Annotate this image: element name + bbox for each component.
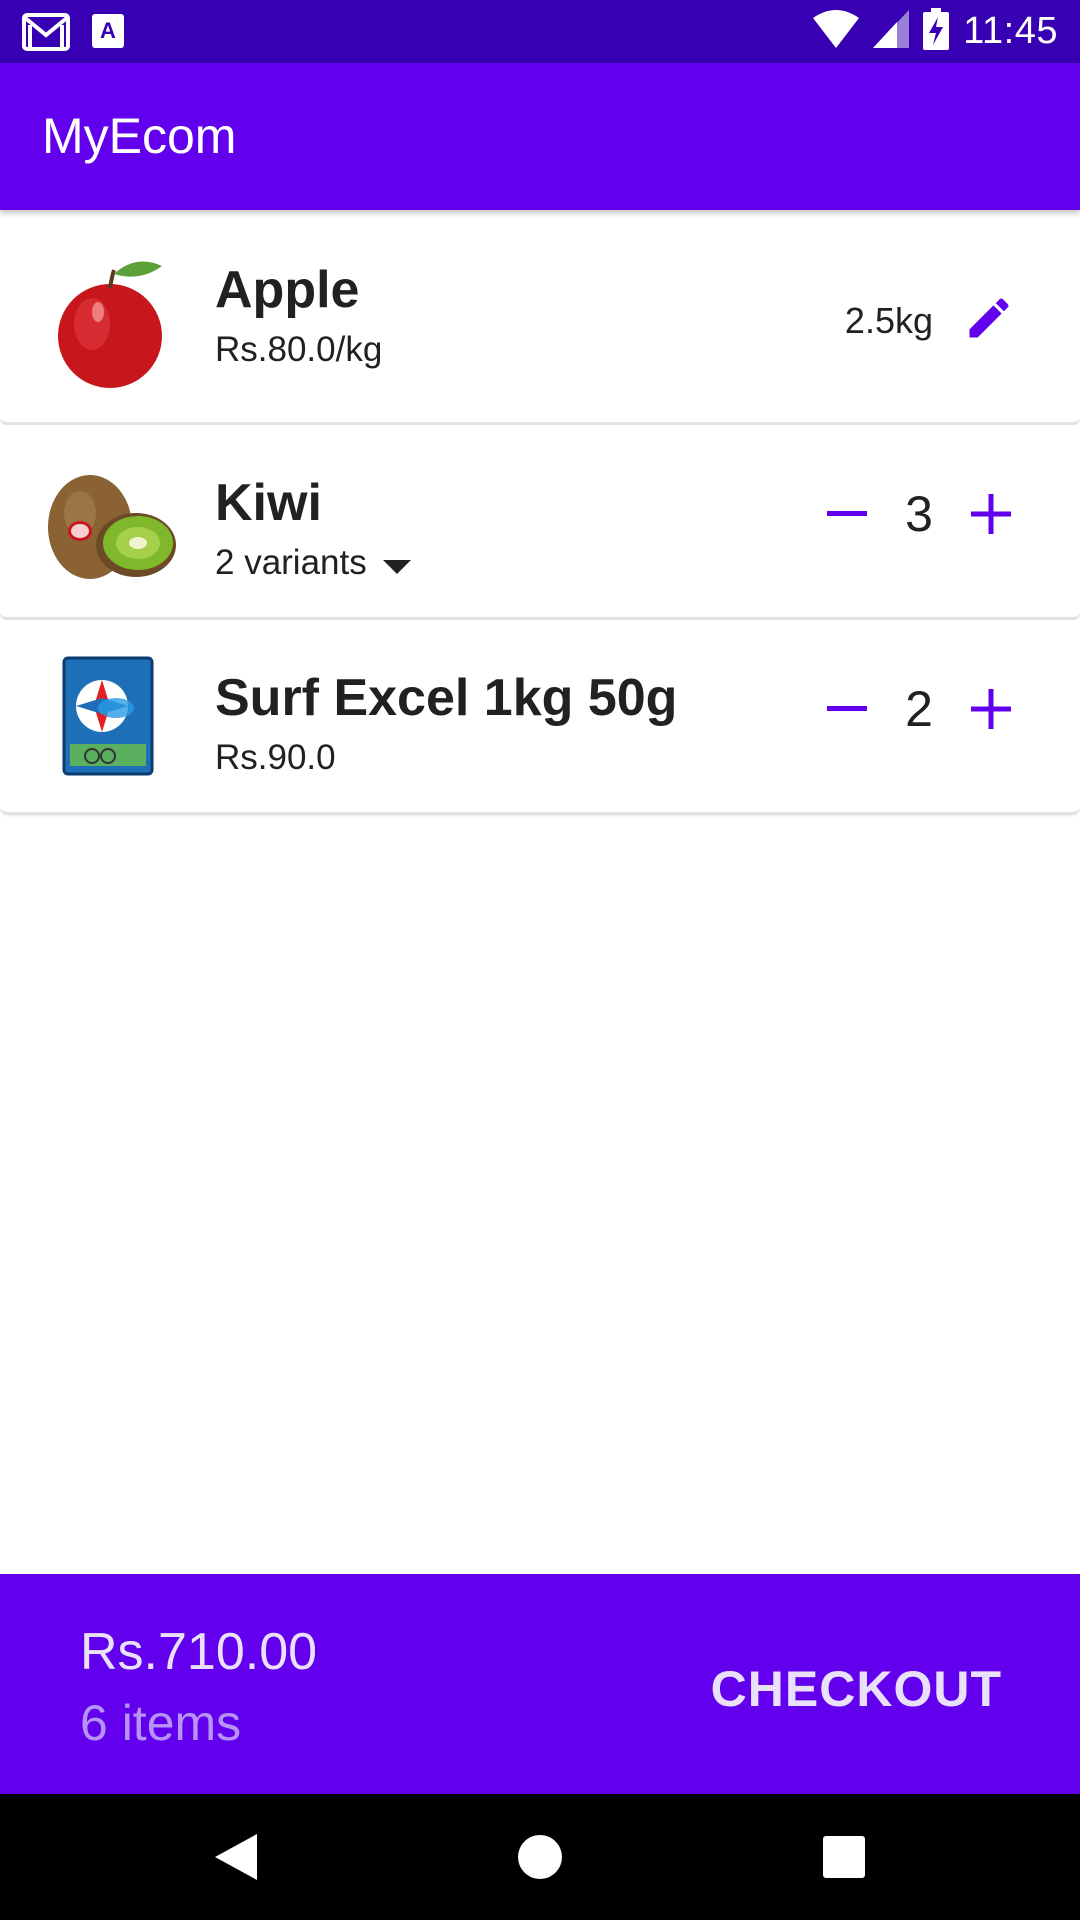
back-icon[interactable]: [210, 1831, 262, 1883]
wifi-icon: [813, 10, 860, 53]
cell-signal-icon: [873, 10, 910, 53]
total-amount: Rs.710.00: [80, 1623, 318, 1681]
cart-list: Apple Rs.80.0/kg 2.5kg Kiwi 2 variants 3…: [0, 210, 1080, 815]
quantity-stepper: 3: [826, 485, 1012, 543]
system-nav-bar: [0, 1794, 1080, 1920]
total-item-count: 6 items: [80, 1695, 242, 1751]
checkout-bar: Rs.710.00 6 items CHECKOUT: [0, 1574, 1080, 1794]
app-title: MyEcom: [42, 108, 237, 164]
status-bar-left: A: [22, 11, 124, 56]
gmail-icon: [22, 11, 70, 56]
dropdown-arrow-icon: [382, 543, 411, 583]
decrement-button[interactable]: [826, 493, 868, 535]
cart-item-apple[interactable]: Apple Rs.80.0/kg 2.5kg: [0, 210, 1080, 425]
home-icon[interactable]: [514, 1831, 566, 1883]
weight-value: 2.5kg: [844, 299, 933, 341]
increment-button[interactable]: [970, 688, 1012, 730]
cart-item-surf-excel[interactable]: Surf Excel 1kg 50g Rs.90.0 2: [0, 620, 1080, 815]
variant-label: 2 variants: [215, 543, 367, 582]
status-bar-right: 11:45: [813, 8, 1058, 55]
quantity-value: 2: [905, 681, 933, 737]
svg-text:A: A: [100, 18, 116, 43]
checkout-button[interactable]: CHECKOUT: [711, 1660, 1002, 1718]
status-bar: A 11:45: [0, 0, 1080, 63]
kiwi-icon: [40, 453, 180, 593]
detergent-pack-icon: [40, 648, 180, 788]
variant-selector[interactable]: 2 variants: [215, 543, 411, 583]
item-name: Kiwi: [215, 474, 322, 532]
recents-icon[interactable]: [818, 1831, 870, 1883]
app-notification-icon: A: [92, 14, 124, 53]
item-price: Rs.90.0: [215, 738, 336, 777]
edit-icon[interactable]: [963, 292, 1015, 349]
apple-icon: [40, 252, 180, 392]
item-name: Apple: [215, 261, 360, 319]
item-price: Rs.80.0/kg: [215, 330, 383, 369]
app-bar: MyEcom: [0, 63, 1080, 210]
quantity-value: 3: [905, 486, 933, 542]
increment-button[interactable]: [970, 493, 1012, 535]
weight-editor[interactable]: 2.5kg: [845, 292, 1015, 349]
decrement-button[interactable]: [826, 688, 868, 730]
item-name: Surf Excel 1kg 50g: [215, 669, 678, 727]
status-time: 11:45: [963, 10, 1058, 52]
battery-charging-icon: [923, 8, 950, 55]
quantity-stepper: 2: [826, 680, 1012, 738]
cart-item-kiwi[interactable]: Kiwi 2 variants 3: [0, 425, 1080, 620]
